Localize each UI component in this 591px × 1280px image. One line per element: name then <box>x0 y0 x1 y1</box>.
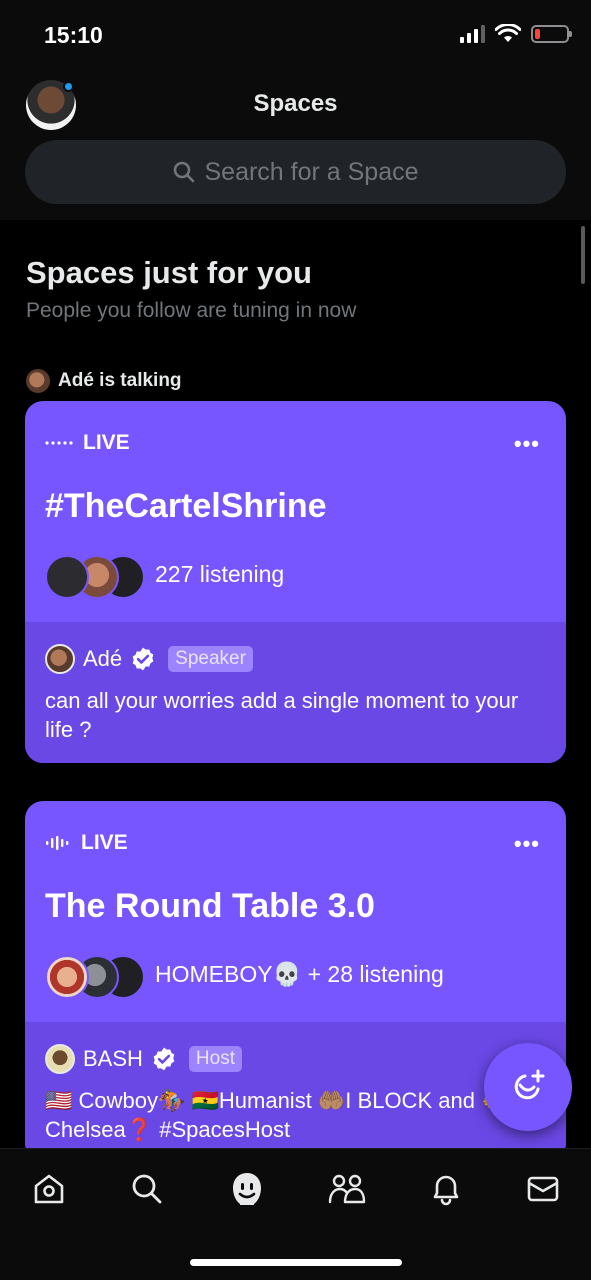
role-badge: Speaker <box>168 646 253 672</box>
listener-avatars <box>45 555 145 599</box>
search-icon <box>174 161 195 183</box>
verified-badge-icon <box>153 1047 175 1071</box>
space-title: #TheCartelShrine <box>45 487 327 525</box>
status-icons <box>460 24 572 44</box>
tab-spaces[interactable] <box>225 1167 269 1211</box>
tab-notifications[interactable] <box>424 1167 468 1211</box>
bell-icon <box>433 1175 459 1206</box>
section-subtitle: People you follow are tuning in now <box>26 299 357 322</box>
start-space-button[interactable] <box>484 1043 572 1131</box>
communities-icon <box>328 1174 366 1204</box>
wifi-icon <box>495 24 521 42</box>
space-title: The Round Table 3.0 <box>45 887 375 925</box>
speaker-avatar <box>45 1044 75 1074</box>
status-bar: 15:10 <box>0 0 591 70</box>
space-card[interactable]: LIVE ••• The Round Table 3.0 HOMEBOY💀 + … <box>25 801 566 1161</box>
live-indicator: LIVE <box>45 831 128 855</box>
envelope-icon <box>527 1176 559 1202</box>
audio-waveform-icon <box>46 836 69 850</box>
battery-icon <box>531 25 572 43</box>
more-options-button[interactable]: ••• <box>514 831 540 857</box>
listening-count: HOMEBOY💀 + 28 listening <box>155 961 444 987</box>
speaker-row: BASH Host <box>45 1044 242 1074</box>
live-label: LIVE <box>83 431 130 454</box>
search-input[interactable]: Search for a Space <box>25 140 566 204</box>
listener-avatar <box>45 955 89 999</box>
tab-home[interactable] <box>27 1167 71 1211</box>
verified-badge-icon <box>132 647 154 671</box>
spaces-plus-icon <box>514 1069 545 1100</box>
home-icon <box>34 1174 64 1204</box>
talking-label: Adé is talking <box>58 370 182 391</box>
tab-search[interactable] <box>125 1167 169 1211</box>
space-card[interactable]: LIVE ••• #TheCartelShrine 227 listening … <box>25 401 566 763</box>
page-title: Spaces <box>253 90 338 117</box>
live-indicator: LIVE <box>45 431 130 455</box>
speaker-row: Adé Speaker <box>45 644 253 674</box>
search-icon <box>132 1174 162 1204</box>
section-title: Spaces just for you <box>26 255 312 290</box>
scrollbar[interactable] <box>581 226 585 284</box>
header: Spaces Search for a Space <box>0 70 591 220</box>
speaker-name: Adé <box>83 646 123 671</box>
signal-icon <box>460 25 485 43</box>
search-placeholder: Search for a Space <box>204 157 419 186</box>
talker-avatar <box>26 369 50 393</box>
status-time: 15:10 <box>44 22 103 48</box>
home-indicator[interactable] <box>190 1259 402 1266</box>
space-description: can all your worries add a single moment… <box>45 688 519 742</box>
listening-count: 227 listening <box>155 561 285 587</box>
speaker-avatar <box>45 644 75 674</box>
spaces-icon <box>233 1173 261 1205</box>
listener-avatars <box>45 955 145 999</box>
more-options-button[interactable]: ••• <box>514 431 540 457</box>
tab-messages[interactable] <box>521 1167 565 1211</box>
role-badge: Host <box>188 1046 242 1072</box>
talking-indicator: Adé is talking <box>26 369 182 393</box>
tab-communities[interactable] <box>325 1167 369 1211</box>
live-dots-icon <box>45 441 73 445</box>
speaker-section: Adé Speaker can all your worries add a s… <box>25 622 566 763</box>
live-label: LIVE <box>81 831 128 854</box>
speaker-name: BASH <box>83 1046 143 1071</box>
listener-avatar <box>45 555 89 599</box>
space-description: 🇺🇸 Cowboy🏇 🇬🇭Humanist 🤲🏽I BLOCK and 🫲Che… <box>45 1088 509 1142</box>
